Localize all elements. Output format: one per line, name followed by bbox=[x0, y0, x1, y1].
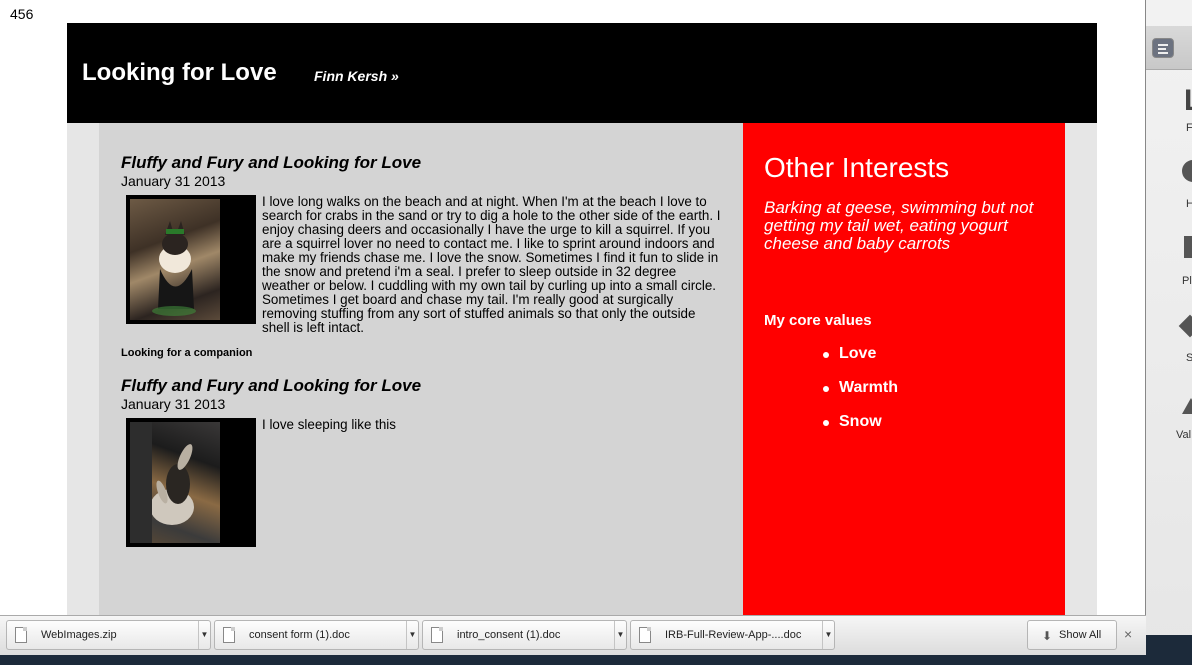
dog-illustration bbox=[152, 221, 196, 316]
zip-file-icon bbox=[15, 627, 27, 643]
interests-text: Barking at geese, swimming but not getti… bbox=[764, 198, 1034, 253]
dog-photo-image bbox=[130, 422, 220, 543]
sleeping-dog-illustration bbox=[130, 422, 194, 543]
download-filename: IRB-Full-Review-App-....doc bbox=[665, 629, 802, 641]
core-value: Love bbox=[839, 345, 877, 362]
dog-photo bbox=[126, 418, 256, 547]
site-header: Looking for Love Finn Kersh » bbox=[67, 23, 1097, 123]
chevron-down-icon[interactable]: ▼ bbox=[614, 621, 626, 649]
sidebar-heading: Other Interests bbox=[764, 152, 950, 183]
download-item[interactable]: IRB-Full-Review-App-....doc ▼ bbox=[630, 620, 835, 650]
main-content: Fluffy and Fury and Looking for Love Jan… bbox=[99, 123, 743, 615]
document-file-icon bbox=[431, 627, 443, 643]
document-file-icon bbox=[223, 627, 235, 643]
bullet-icon bbox=[823, 420, 829, 426]
core-value: Snow bbox=[839, 413, 882, 430]
list-item: Love bbox=[823, 345, 898, 379]
document-file-icon bbox=[639, 627, 651, 643]
app-label: S bbox=[1186, 352, 1192, 364]
background-app-window: L F H Pl S Val bbox=[1146, 0, 1192, 665]
triangle-icon[interactable] bbox=[1182, 398, 1192, 414]
page-number: 456 bbox=[10, 6, 34, 22]
bullet-icon bbox=[823, 386, 829, 392]
post-date: January 31 2013 bbox=[121, 396, 226, 412]
app-toolbar bbox=[1146, 26, 1192, 70]
diamond-icon[interactable] bbox=[1178, 314, 1192, 338]
webpage: Looking for Love Finn Kersh » Fluffy and… bbox=[67, 23, 1097, 615]
post-title[interactable]: Fluffy and Fury and Looking for Love bbox=[121, 153, 721, 173]
list-item: Snow bbox=[823, 413, 898, 447]
core-value: Warmth bbox=[839, 379, 898, 396]
chevron-down-icon[interactable]: ▼ bbox=[406, 621, 418, 649]
download-item[interactable]: intro_consent (1).doc ▼ bbox=[422, 620, 627, 650]
chevron-down-icon[interactable]: ▼ bbox=[198, 621, 210, 649]
download-arrow-icon: ⬇ bbox=[1042, 629, 1053, 643]
post-body: I love sleeping like this bbox=[121, 418, 721, 547]
close-icon[interactable]: × bbox=[1124, 626, 1132, 642]
app-label: H bbox=[1186, 198, 1192, 210]
app-label: F bbox=[1186, 122, 1192, 134]
bullet-icon bbox=[823, 352, 829, 358]
post-caption: Looking for a companion bbox=[121, 347, 253, 359]
site-title: Looking for Love bbox=[82, 59, 277, 86]
show-all-button[interactable]: ⬇ Show All bbox=[1027, 620, 1117, 650]
app-label: Val bbox=[1176, 429, 1192, 441]
core-values-heading: My core values bbox=[764, 312, 872, 329]
download-item[interactable]: consent form (1).doc ▼ bbox=[214, 620, 419, 650]
app-letter: L bbox=[1184, 84, 1192, 118]
dog-photo-image bbox=[130, 199, 220, 320]
download-item[interactable]: WebImages.zip ▼ bbox=[6, 620, 211, 650]
post-title[interactable]: Fluffy and Fury and Looking for Love bbox=[121, 376, 721, 396]
list-item: Warmth bbox=[823, 379, 898, 413]
show-all-label: Show All bbox=[1059, 629, 1102, 641]
trash-icon[interactable] bbox=[1184, 236, 1192, 258]
list-icon[interactable] bbox=[1152, 38, 1174, 58]
download-shelf: WebImages.zip ▼ consent form (1).doc ▼ i… bbox=[0, 615, 1146, 655]
core-values-list: Love Warmth Snow bbox=[823, 345, 898, 447]
post-body: I love long walks on the beach and at ni… bbox=[121, 195, 721, 360]
nav-link-author[interactable]: Finn Kersh » bbox=[314, 68, 399, 84]
download-filename: consent form (1).doc bbox=[249, 629, 350, 641]
app-label: Pl bbox=[1182, 275, 1192, 287]
chevron-down-icon[interactable]: ▼ bbox=[822, 621, 834, 649]
post-date: January 31 2013 bbox=[121, 173, 226, 189]
blog-post: Fluffy and Fury and Looking for Love Jan… bbox=[121, 153, 721, 359]
circle-icon[interactable] bbox=[1182, 160, 1192, 182]
blog-post: Fluffy and Fury and Looking for Love Jan… bbox=[121, 376, 721, 547]
desktop-background bbox=[0, 655, 1146, 665]
download-filename: intro_consent (1).doc bbox=[457, 629, 561, 641]
sidebar: Other Interests Barking at geese, swimmi… bbox=[743, 123, 1065, 615]
download-filename: WebImages.zip bbox=[41, 629, 117, 641]
desktop-background bbox=[1146, 635, 1192, 665]
dog-photo bbox=[126, 195, 256, 324]
browser-window: 456 Looking for Love Finn Kersh » Fluffy… bbox=[0, 0, 1146, 665]
